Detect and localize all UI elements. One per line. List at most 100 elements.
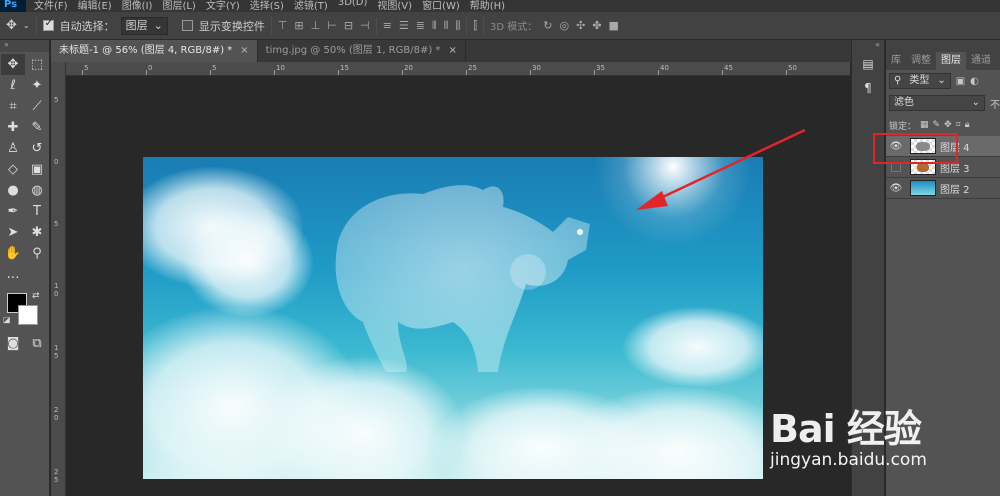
document-canvas[interactable]: [143, 157, 763, 479]
clone-stamp-icon[interactable]: ♙: [1, 138, 25, 159]
distribute-left-icon[interactable]: ⫴: [432, 19, 437, 33]
lock-all-icon[interactable]: 🔒︎: [965, 120, 970, 130]
distribute-hcenter-icon[interactable]: ⦀: [444, 19, 449, 33]
background-color[interactable]: [18, 305, 38, 325]
marquee-tool-icon[interactable]: ⬚: [25, 54, 49, 75]
panel-collapse-icon[interactable]: »: [0, 40, 49, 52]
search-icon: ⚲: [894, 75, 902, 86]
menu-item[interactable]: 文字(Y): [206, 0, 240, 12]
adjustment-filter-icon[interactable]: ◐: [970, 76, 979, 87]
show-transform-label: 显示变换控件: [198, 19, 265, 33]
default-colors-icon[interactable]: ◪: [3, 315, 11, 324]
brush-tool-icon[interactable]: ✎: [25, 117, 49, 138]
panel-tab[interactable]: 通道: [966, 52, 996, 70]
menu-item[interactable]: 图层(L): [162, 0, 195, 12]
eraser-icon[interactable]: ◇: [1, 159, 25, 180]
video-camera-icon[interactable]: ■: [609, 19, 619, 32]
menu-item[interactable]: 帮助(H): [470, 0, 505, 12]
ruler-tick-label: 5: [54, 96, 59, 104]
distribute-buttons: ≡ ☰ ≣ ⫴ ⦀ ⫼: [383, 19, 461, 33]
panel-tab[interactable]: 调整: [906, 52, 936, 70]
align-bottom-icon[interactable]: ⊥: [311, 19, 321, 32]
distribute-right-icon[interactable]: ⫼: [455, 19, 460, 33]
collapse-icon[interactable]: «: [852, 40, 884, 52]
ruler-corner: [51, 62, 66, 76]
watermark-url: jingyan.baidu.com: [770, 450, 927, 470]
ruler-tick-mark: [658, 70, 659, 75]
close-icon[interactable]: ×: [448, 45, 456, 56]
layer-row[interactable]: 👁︎ 图层 2: [886, 178, 1000, 199]
distribute-top-icon[interactable]: ≡: [383, 19, 392, 33]
move-tool-icon[interactable]: ✥: [6, 18, 17, 33]
align-left-icon[interactable]: ⊢: [327, 19, 337, 32]
lock-position-icon[interactable]: ✥: [944, 120, 952, 130]
lasso-tool-icon[interactable]: ℓ: [1, 75, 25, 96]
menu-item[interactable]: 选择(S): [250, 0, 284, 12]
artboard-icon[interactable]: ⌗: [956, 120, 961, 130]
gradient-tool-icon[interactable]: ▣: [25, 159, 49, 180]
ruler-tick-mark: [210, 70, 211, 75]
menu-item[interactable]: 视图(V): [377, 0, 412, 12]
quick-mask-icon[interactable]: ◙: [1, 333, 25, 354]
auto-select-checkbox[interactable]: [42, 18, 54, 31]
dodge-tool-icon[interactable]: ◍: [25, 180, 49, 201]
distribute-vcenter-icon[interactable]: ☰: [399, 19, 409, 33]
document-tab[interactable]: timg.jpg @ 50% (图层 1, RGB/8#) * ×: [258, 40, 466, 62]
menu-item[interactable]: 窗口(W): [422, 0, 460, 12]
filter-kind-dropdown[interactable]: ⚲ 类型 ⌄: [889, 73, 951, 89]
layer-filter-row: ⚲ 类型 ⌄ ▣ ◐: [886, 70, 1000, 92]
zoom-tool-icon[interactable]: ⚲: [25, 243, 49, 264]
lock-pixels-icon[interactable]: ✎: [933, 120, 941, 130]
swap-colors-icon[interactable]: ⇄: [32, 291, 40, 301]
menu-item[interactable]: 编辑(E): [78, 0, 112, 12]
type-tool-icon[interactable]: T: [25, 201, 49, 222]
blur-tool-icon[interactable]: ●: [1, 180, 25, 201]
orbit-3d-icon[interactable]: ↻: [543, 19, 552, 32]
properties-panel-icon[interactable]: ¶: [852, 76, 884, 100]
move-tool-icon[interactable]: ✥: [1, 54, 25, 75]
menu-item[interactable]: 3D(D): [338, 0, 368, 12]
magic-wand-icon[interactable]: ✦: [25, 75, 49, 96]
align-hcenter-icon[interactable]: ⊟: [344, 19, 353, 32]
menu-item[interactable]: 文件(F): [34, 0, 68, 12]
chevron-down-icon[interactable]: ⌄: [23, 21, 30, 30]
auto-align-button[interactable]: ⫿: [473, 19, 477, 33]
history-panel-icon[interactable]: ▤: [852, 52, 884, 76]
ruler-tick-label: 0: [148, 64, 153, 72]
ruler-tick-mark: [402, 70, 403, 75]
menu-item[interactable]: 图像(I): [122, 0, 153, 12]
menu-item[interactable]: 滤镜(T): [294, 0, 328, 12]
pixel-filter-icon[interactable]: ▣: [956, 76, 965, 87]
custom-shape-icon[interactable]: ✱: [25, 222, 49, 243]
healing-brush-icon[interactable]: ✚: [1, 117, 25, 138]
slide-3d-icon[interactable]: ✤: [592, 19, 601, 32]
layer-name: 图层 2: [940, 184, 970, 196]
path-select-icon[interactable]: ➤: [1, 222, 25, 243]
lock-transparent-icon[interactable]: ▦: [920, 120, 929, 130]
eye-icon[interactable]: 👁︎: [886, 183, 906, 194]
more-tools-icon[interactable]: …: [1, 264, 25, 285]
panel-tab[interactable]: 库: [886, 52, 906, 70]
distribute-bottom-icon[interactable]: ≣: [416, 19, 425, 33]
drag-3d-icon[interactable]: ✣: [576, 19, 585, 32]
roll-3d-icon[interactable]: ◎: [559, 19, 569, 32]
photoshop-logo: Ps: [0, 0, 26, 12]
align-top-icon[interactable]: ⊤: [278, 19, 288, 32]
screen-mode-icon[interactable]: ⧉: [25, 333, 49, 354]
ruler-tick-label: 0: [54, 158, 59, 166]
panel-tab[interactable]: 图层: [936, 52, 966, 70]
history-brush-icon[interactable]: ↺: [25, 138, 49, 159]
align-right-icon[interactable]: ⊣: [360, 19, 370, 32]
auto-select-target-dropdown[interactable]: 图层 ⌄: [120, 16, 168, 35]
close-icon[interactable]: ×: [240, 45, 248, 56]
blend-mode-dropdown[interactable]: 滤色 ⌄: [889, 95, 985, 111]
hand-tool-icon[interactable]: ✋: [1, 243, 25, 264]
eyedropper-icon[interactable]: ⟋: [25, 96, 49, 117]
sun-flare: [593, 157, 753, 247]
show-transform-checkbox[interactable]: [181, 20, 193, 31]
auto-align-icon: ⫿: [473, 18, 478, 32]
align-vcenter-icon[interactable]: ⊞: [294, 19, 303, 32]
crop-tool-icon[interactable]: ⌗: [1, 96, 25, 117]
pen-tool-icon[interactable]: ✒: [1, 201, 25, 222]
document-tab[interactable]: 未标题-1 @ 56% (图层 4, RGB/8#) * ×: [51, 40, 258, 62]
